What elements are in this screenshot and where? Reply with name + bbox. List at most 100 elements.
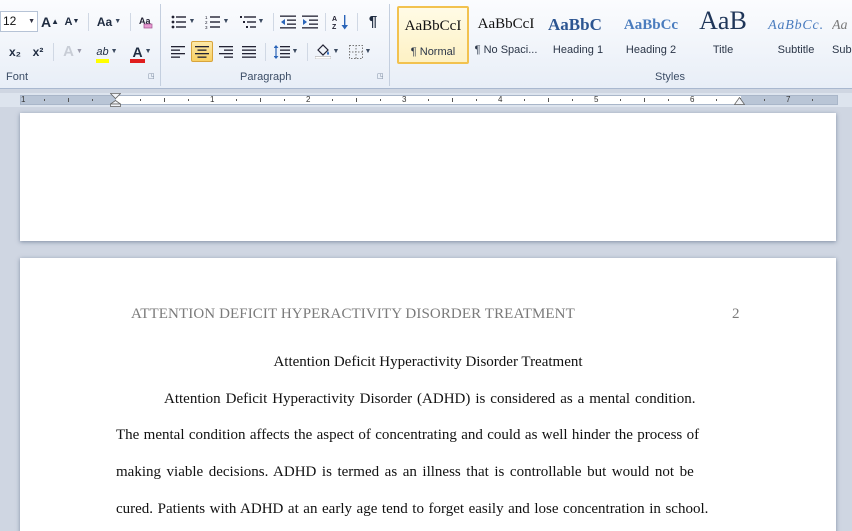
justify-button[interactable] [239,41,259,62]
align-center-icon [195,45,209,58]
show-hide-marks-button[interactable]: ¶ [362,11,384,32]
svg-text:A: A [332,16,337,23]
font-size-value: 12 [3,14,17,28]
separator [273,13,274,31]
separator [357,13,358,31]
ruler-number: 5 [594,95,599,104]
ruler-tick [644,98,645,102]
document-page-1[interactable] [20,113,836,241]
document-page-2[interactable]: ATTENTION DEFICIT HYPERACTIVITY DISORDER… [20,258,836,531]
increase-indent-button[interactable] [300,11,320,32]
style-preview: AaBbCcI [404,18,462,34]
style-title[interactable]: AaB Title [687,6,759,64]
ruler-number: 2 [306,95,311,104]
ruler-tick [548,98,549,102]
subscript-button[interactable]: x₂ [6,41,24,62]
ruler-dot [236,99,237,101]
ruler-dot [812,99,813,101]
horizontal-ruler[interactable]: 1 1 2 3 4 5 6 7 [0,93,852,107]
style-subtitle[interactable]: AaBbCc. Subtitle [760,6,832,64]
ruler-dot [524,99,525,101]
highlighter-icon: ab [96,46,109,63]
align-center-button[interactable] [191,41,213,62]
ruler-number: 7 [786,95,791,104]
ruler-tick [356,98,357,102]
decrease-indent-button[interactable] [278,11,298,32]
sort-button[interactable]: A Z [330,11,352,32]
running-head: ATTENTION DEFICIT HYPERACTIVITY DISORDER… [131,306,575,322]
body-line: Attention Deficit Hyperactivity Disorder… [164,391,696,407]
svg-text:Z: Z [332,24,337,30]
styles-group-label: Styles [655,71,685,83]
bullets-button[interactable]: ▼ [168,11,198,32]
numbering-icon: 1 2 3 [205,15,220,29]
ruler-dot [92,99,93,101]
separator [88,13,89,31]
first-line-indent-marker[interactable] [110,93,121,107]
borders-button[interactable]: ▼ [345,41,375,62]
ruler-tick [164,98,165,102]
body-line: The mental condition affects the aspect … [116,427,700,443]
paragraph-group-label: Paragraph [240,71,292,83]
highlight-button[interactable]: ab ▼ [91,41,123,63]
paint-bucket-icon [314,44,331,59]
style-no-spacing[interactable]: AaBbCcI ¶ No Spaci... [470,6,542,64]
chevron-down-icon: ▼ [332,48,340,55]
separator [307,43,308,61]
style-name: ¶ No Spaci... [474,44,538,56]
font-size-combobox[interactable]: 12 ▼ [0,11,38,32]
styles-gallery: AaBbCcI ¶ Normal AaBbCcI ¶ No Spaci... A… [396,6,852,64]
ruler-tick [260,98,261,102]
superscript-button[interactable]: x² [29,41,47,62]
ruler-dot [188,99,189,101]
sort-az-icon: A Z [332,14,348,30]
decrease-indent-icon [280,15,296,28]
right-indent-marker[interactable] [734,97,745,106]
align-right-button[interactable] [216,41,236,62]
separator [325,13,326,31]
ruler-dot [44,99,45,101]
paragraph-dialog-launcher-icon[interactable]: ◳ [377,73,385,81]
ruler-number: 3 [402,95,407,104]
ruler-dot [668,99,669,101]
justify-icon [242,45,256,58]
shrink-font-button[interactable]: A ▼ [63,11,81,32]
svg-text:3: 3 [205,25,208,29]
ruler-track: 1 1 2 3 4 5 6 7 [20,95,838,105]
grow-arrow-icon: ▲ [51,17,60,26]
multilevel-list-button[interactable]: ▼ [236,11,268,32]
borders-icon [348,44,363,59]
numbering-button[interactable]: 1 2 3 ▼ [201,11,233,32]
ruler-dot [332,99,333,101]
line-spacing-button[interactable]: ▼ [271,41,301,62]
ruler-number: 6 [690,95,695,104]
shading-button[interactable]: ▼ [312,41,342,62]
change-case-button[interactable]: Aa ▼ [94,11,124,32]
clear-formatting-icon: Aa [139,16,153,28]
style-heading-1[interactable]: AaBbC Heading 1 [542,6,614,64]
separator [265,43,266,61]
style-preview: AaBbCc. [768,18,824,33]
increase-indent-icon [302,15,318,28]
ruler-dot [380,99,381,101]
font-color-button[interactable]: A ▼ [127,41,157,63]
line-spacing-icon [273,44,290,59]
pilcrow-icon: ¶ [368,13,378,30]
grow-font-button[interactable]: A ▲ [41,11,59,32]
clear-formatting-button[interactable]: Aa [136,11,156,32]
align-left-button[interactable] [168,41,188,62]
text-effects-button[interactable]: A ▼ [59,41,87,62]
chevron-down-icon: ▼ [188,18,196,25]
style-name: Title [712,44,734,56]
ruler-dot [716,99,717,101]
highlight-swatch [96,58,109,63]
style-subtle-emphasis[interactable]: Aa Sub [832,6,852,64]
document-title: Attention Deficit Hyperactivity Disorder… [273,354,583,370]
body-line: making viable decisions. ADHD is termed … [116,464,694,480]
chevron-down-icon[interactable]: ▼ [28,12,35,31]
font-color-icon: A [130,44,145,63]
ruler-dot [572,99,573,101]
style-heading-2[interactable]: AaBbCc Heading 2 [615,6,687,64]
style-normal[interactable]: AaBbCcI ¶ Normal [397,6,469,64]
font-dialog-launcher-icon[interactable]: ◳ [148,73,156,81]
